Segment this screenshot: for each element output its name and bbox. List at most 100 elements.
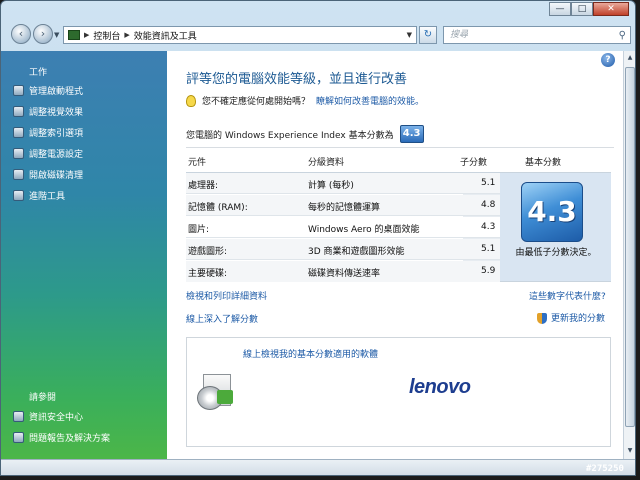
sidebar-item-label: 進階工具: [29, 192, 66, 202]
address-dropdown-icon[interactable]: ▼: [407, 31, 412, 39]
control-panel-icon: [68, 30, 80, 40]
sidebar-item-label: 資訊安全中心: [29, 413, 84, 423]
vertical-scrollbar[interactable]: ▲ ▼: [623, 51, 635, 459]
improve-performance-link[interactable]: 瞭解如何改善電腦的效能。: [316, 94, 424, 107]
row-rated: 3D 商業和遊戲圖形效能: [308, 247, 405, 257]
startup-icon: [13, 85, 24, 96]
sidebar-item-disk-cleanup[interactable]: 開啟磁碟清理: [13, 168, 83, 181]
caption-buttons: — □ ✕: [549, 2, 629, 16]
row-component: 圖片:: [188, 225, 210, 235]
recent-pages-dropdown[interactable]: ▼: [54, 31, 59, 39]
row-subscore: 4.8: [481, 200, 496, 210]
sidebar-item-indexing[interactable]: 調整索引選項: [13, 126, 83, 139]
learn-more-online-link[interactable]: 線上深入了解分數: [186, 312, 258, 325]
navigation-bar: ‹ › ▼ ▶ 控制台 ▶ 效能資訊及工具 ▼ ↻ 搜尋 ⚲: [1, 21, 635, 49]
sidebar-item-startup[interactable]: 管理啟動程式: [13, 84, 83, 97]
row-component: 處理器:: [188, 181, 219, 191]
sidebar-item-problem-reports[interactable]: 問題報告及解決方案: [13, 431, 110, 444]
close-button[interactable]: ✕: [593, 2, 629, 16]
forward-button[interactable]: ›: [33, 24, 53, 44]
print-details-link[interactable]: 檢視和列印詳細資料: [186, 289, 267, 302]
row-rated: 每秒的記憶體運算: [308, 203, 381, 213]
back-button[interactable]: ‹: [11, 24, 31, 44]
sidebar-item-security-center[interactable]: 資訊安全中心: [13, 410, 83, 423]
search-placeholder: 搜尋: [450, 30, 469, 40]
visual-effects-icon: [13, 106, 24, 117]
scroll-up-icon[interactable]: ▲: [625, 52, 635, 64]
row-component: 記憶體 (RAM):: [188, 203, 248, 213]
row-component: 主要硬碟:: [188, 269, 228, 279]
breadcrumb-performance[interactable]: 效能資訊及工具: [134, 29, 197, 42]
security-center-icon: [13, 411, 24, 422]
sidebar-item-visual-effects[interactable]: 調整視覺效果: [13, 105, 83, 118]
base-score-mini-badge: 4.3: [399, 125, 424, 143]
sidebar-item-label: 調整索引選項: [29, 129, 84, 139]
software-box-icon: [197, 374, 237, 410]
base-score-summary: 您電腦的 Windows Experience Index 基本分數為 4.3: [186, 125, 424, 143]
power-icon: [13, 148, 24, 159]
row-rated: 計算 (每秒): [308, 181, 354, 191]
help-icon[interactable]: ?: [601, 53, 615, 67]
advanced-tools-icon: [13, 190, 24, 201]
table-row: 遊戲圖形: 3D 商業和遊戲圖形效能 5.1: [186, 239, 500, 260]
address-bar[interactable]: ▶ 控制台 ▶ 效能資訊及工具 ▼: [63, 26, 417, 44]
table-row: 處理器: 計算 (每秒) 5.1: [186, 173, 500, 194]
sidebar-item-label: 問題報告及解決方案: [29, 434, 111, 444]
index-icon: [13, 127, 24, 138]
column-header-component: 元件: [188, 158, 207, 168]
maximize-button[interactable]: □: [571, 2, 593, 16]
chevron-right-icon: ▶: [84, 31, 90, 39]
lightbulb-icon: [186, 94, 196, 107]
row-rated: Windows Aero 的桌面效能: [308, 225, 420, 235]
divider: [186, 147, 614, 148]
minimize-button[interactable]: —: [549, 2, 571, 16]
lenovo-logo: lenovo: [409, 376, 471, 398]
search-icon[interactable]: ⚲: [619, 28, 626, 44]
sidebar-item-advanced-tools[interactable]: 進階工具: [13, 189, 65, 202]
view-software-link[interactable]: 線上檢視我的基本分數適用的軟體: [243, 347, 378, 360]
score-table: 處理器: 計算 (每秒) 5.1 記憶體 (RAM): 每秒的記憶體運算 4.8…: [186, 172, 611, 282]
update-score-label: 更新我的分數: [551, 314, 606, 324]
tip-row: 您不確定應從何處開始嗎？ 瞭解如何改善電腦的效能。: [186, 94, 424, 107]
tip-text: 您不確定應從何處開始嗎？: [202, 97, 311, 107]
breadcrumb-control-panel[interactable]: 控制台: [93, 29, 120, 42]
what-numbers-mean-link[interactable]: 這些數字代表什麼?: [529, 289, 606, 302]
column-header-subscore: 子分數: [460, 158, 488, 168]
update-score-button[interactable]: 更新我的分數: [537, 311, 605, 324]
tasks-heading: 工作: [29, 68, 48, 78]
row-subscore: 5.1: [481, 178, 496, 188]
table-row: 記憶體 (RAM): 每秒的記憶體運算 4.8: [186, 195, 500, 216]
see-also-heading: 請參閱: [29, 393, 57, 403]
column-header-rated: 分級資料: [308, 158, 345, 168]
sidebar-item-label: 調整視覺效果: [29, 108, 84, 118]
sidebar-item-label: 管理啟動程式: [29, 87, 84, 97]
sidebar-item-label: 調整電源設定: [29, 150, 84, 160]
base-score-label: 您電腦的 Windows Experience Index 基本分數為: [186, 130, 394, 141]
refresh-button[interactable]: ↻: [419, 26, 437, 44]
row-subscore: 5.1: [481, 244, 496, 254]
row-rated: 磁碟資料傳送速率: [308, 269, 381, 279]
base-score-caption: 由最低子分數決定。: [515, 248, 597, 258]
scroll-thumb[interactable]: [625, 67, 635, 427]
row-subscore: 5.9: [481, 266, 496, 276]
search-input[interactable]: 搜尋 ⚲: [443, 26, 631, 44]
sidebar-item-power[interactable]: 調整電源設定: [13, 147, 83, 160]
chevron-right-icon: ▶: [124, 31, 130, 39]
row-component: 遊戲圖形:: [188, 247, 228, 257]
column-header-base-score: 基本分數: [525, 158, 562, 168]
uac-shield-icon: [537, 313, 547, 324]
base-score-panel: 4.3 由最低子分數決定。: [500, 173, 611, 281]
software-promo-box: 線上檢視我的基本分數適用的軟體 lenovo: [186, 337, 611, 447]
row-subscore: 4.3: [481, 222, 496, 232]
control-panel-window: — □ ✕ ‹ › ▼ ▶ 控制台 ▶ 效能資訊及工具 ▼ ↻ 搜尋 ⚲ 工作 …: [0, 0, 636, 476]
image-watermark: #275250: [586, 464, 624, 474]
table-row: 圖片: Windows Aero 的桌面效能 4.3: [186, 217, 500, 238]
main-content: ? 評等您的電腦效能等級，並且進行改善 您不確定應從何處開始嗎？ 瞭解如何改善電…: [167, 51, 623, 459]
problem-reports-icon: [13, 432, 24, 443]
disk-cleanup-icon: [13, 169, 24, 180]
base-score-badge: 4.3: [521, 182, 583, 242]
table-row: 主要硬碟: 磁碟資料傳送速率 5.9: [186, 261, 500, 282]
scroll-down-icon[interactable]: ▼: [625, 445, 635, 457]
page-title: 評等您的電腦效能等級，並且進行改善: [186, 72, 408, 87]
status-bar: [1, 459, 635, 475]
